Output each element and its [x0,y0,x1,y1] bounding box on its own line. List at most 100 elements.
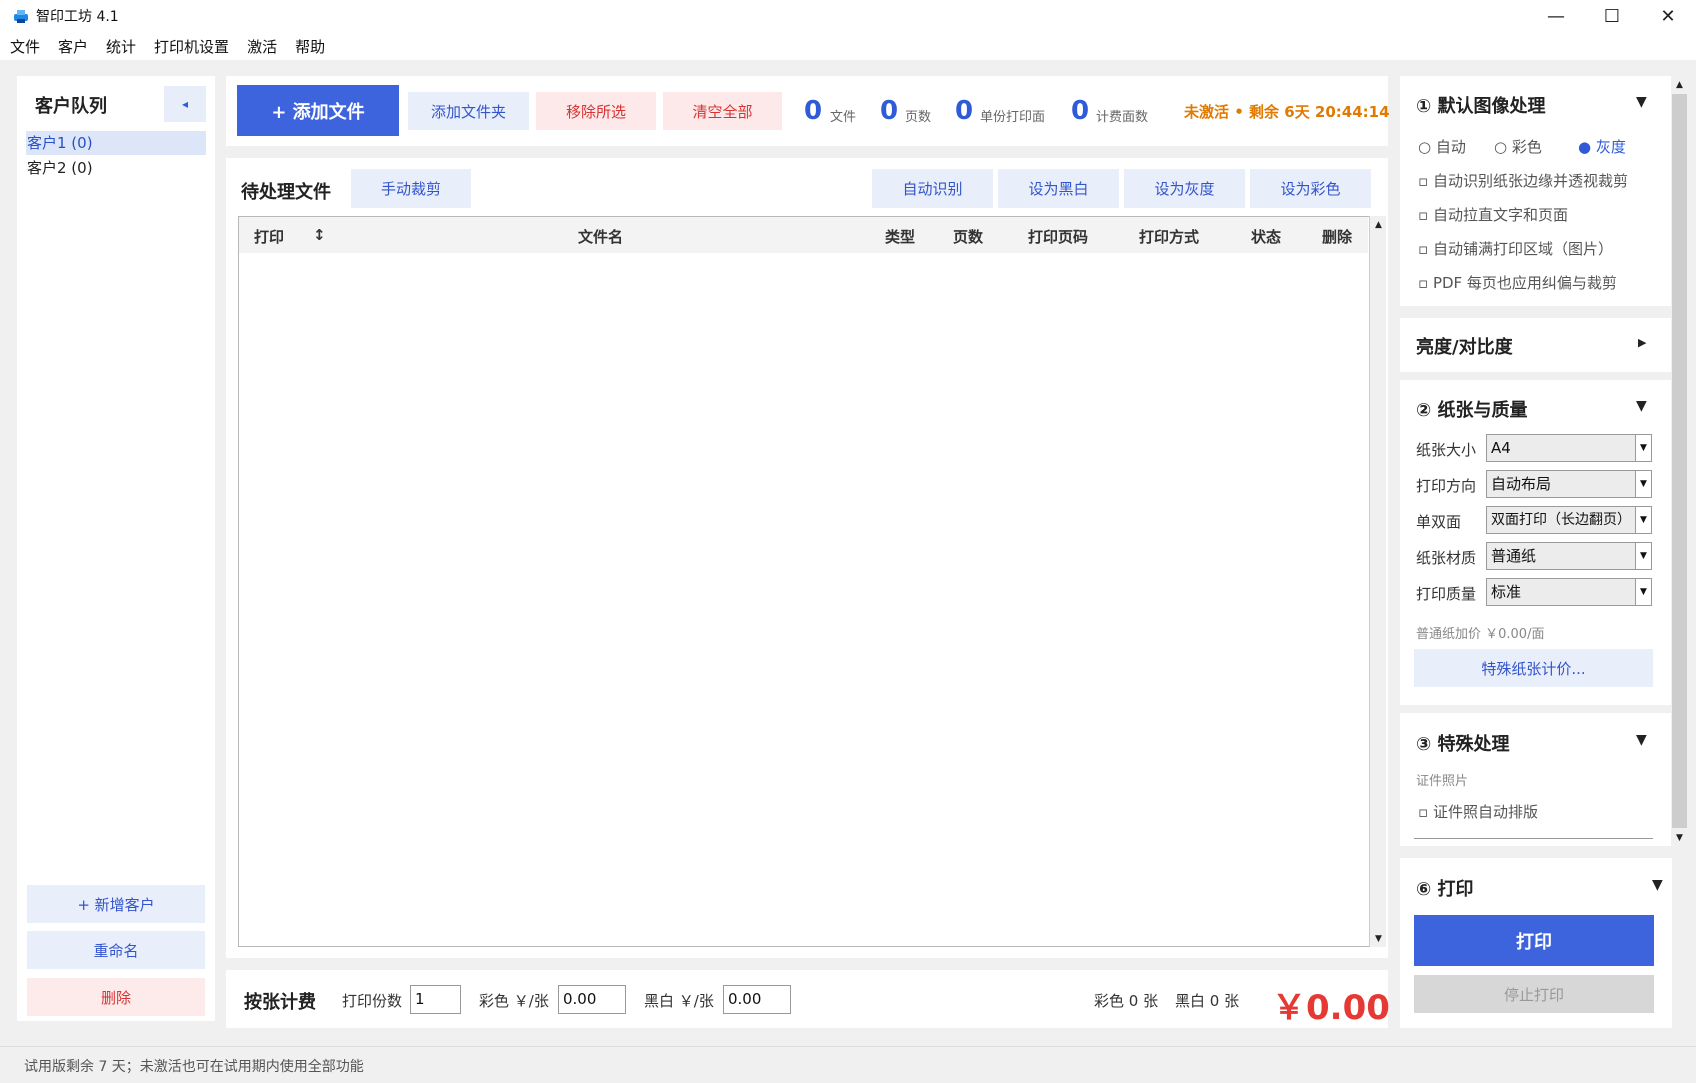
color-price-input[interactable]: 0.00 [558,985,626,1014]
rename-customer-button[interactable]: 重命名 [27,931,205,969]
paper-quality-title: ② 纸张与质量 [1416,400,1528,421]
menu-statistics[interactable]: 统计 [96,36,144,57]
file-count: 0 [804,96,823,126]
dropdown-arrow-icon: ▼ [1635,471,1651,497]
column-delete[interactable]: 删除 [1322,226,1352,247]
option-pdf-apply[interactable]: ▫ PDF 每页也应用纠偏与裁剪 [1418,272,1617,293]
menu-file[interactable]: 文件 [0,36,48,57]
remove-selected-button[interactable]: 移除所选 [536,92,656,130]
paper-material-value: 普通纸 [1491,547,1537,565]
image-processing-title: ① 默认图像处理 [1416,96,1546,117]
collapse-button[interactable]: ◂ [164,86,206,122]
file-table[interactable] [238,216,1370,947]
scroll-up-icon[interactable]: ▲ [1370,216,1387,233]
scroll-down-icon[interactable]: ▼ [1370,930,1387,947]
app-logo-icon [12,7,30,25]
special-paper-price-button[interactable]: 特殊纸张计价... [1414,649,1653,687]
scroll-up-icon[interactable]: ▲ [1671,76,1688,93]
customer-item[interactable]: 客户2 (0) [26,156,206,180]
auto-detect-button[interactable]: 自动识别 [872,169,993,208]
scroll-down-icon[interactable]: ▼ [1671,829,1688,846]
mode-auto-radio[interactable]: ○ 自动 [1418,136,1466,157]
option-fill-area[interactable]: ▫ 自动铺满打印区域（图片） [1418,238,1613,259]
bw-price-input[interactable]: 0.00 [723,985,791,1014]
add-file-button[interactable]: + 添加文件 [237,85,399,136]
duplex-label: 单双面 [1416,513,1462,531]
page-count-label: 页数 [905,110,932,125]
copies-input[interactable]: 1 [410,985,461,1014]
set-bw-button[interactable]: 设为黑白 [998,169,1119,208]
print-button[interactable]: 打印 [1414,915,1654,966]
mode-gray-radio[interactable]: ● 灰度 [1578,136,1626,157]
special-processing-title: ③ 特殊处理 [1416,734,1510,755]
divider [1414,838,1653,839]
mode-color-radio[interactable]: ○ 彩色 [1494,136,1542,157]
column-print-range[interactable]: 打印页码 [1028,226,1088,247]
clear-all-button[interactable]: 清空全部 [663,92,782,130]
brightness-title: 亮度/对比度 [1416,337,1513,358]
minimize-button[interactable]: — [1528,0,1584,32]
column-print-mode[interactable]: 打印方式 [1139,226,1199,247]
window-title: 智印工坊 4.1 [36,9,119,25]
expand-toggle-icon[interactable]: ▼ [1636,732,1647,748]
option-label: PDF 每页也应用纠偏与裁剪 [1432,274,1617,292]
set-gray-button[interactable]: 设为灰度 [1124,169,1245,208]
add-customer-button[interactable]: + 新增客户 [27,885,205,923]
customer-queue-panel [17,76,215,1021]
column-type[interactable]: 类型 [885,226,915,247]
sort-icon[interactable]: ↕ [313,226,326,244]
option-label: 自动铺满打印区域（图片） [1432,240,1613,258]
mode-gray-label: 灰度 [1595,138,1626,156]
expand-toggle-icon[interactable]: ▼ [1636,398,1647,414]
customer-item[interactable]: 客户1 (0) [26,131,206,155]
option-label: 自动识别纸张边缘并透视裁剪 [1432,172,1628,190]
column-pages[interactable]: 页数 [953,226,983,247]
menu-bar: 文件 客户 统计 打印机设置 激活 帮助 [0,32,1696,60]
duplex-select[interactable]: 双面打印（长边翻页） ▼ [1486,506,1652,534]
table-scrollbar[interactable]: ▲ ▼ [1369,216,1386,947]
expand-toggle-icon[interactable]: ▼ [1636,94,1647,110]
orientation-label: 打印方向 [1416,477,1477,495]
page-count: 0 [880,96,899,126]
option-id-photo-layout[interactable]: ▫ 证件照自动排版 [1418,801,1538,822]
option-perspective-crop[interactable]: ▫ 自动识别纸张边缘并透视裁剪 [1418,170,1628,191]
expand-toggle-icon[interactable]: ▼ [1652,877,1663,893]
add-folder-button[interactable]: 添加文件夹 [408,92,529,130]
dropdown-arrow-icon: ▼ [1635,579,1651,605]
column-filename[interactable]: 文件名 [578,226,623,247]
option-label: 自动拉直文字和页面 [1432,206,1568,224]
mode-color-label: 彩色 [1511,138,1542,156]
column-status[interactable]: 状态 [1251,226,1281,247]
manual-crop-button[interactable]: 手动裁剪 [351,169,471,208]
copies-label: 打印份数 [342,992,403,1010]
menu-help[interactable]: 帮助 [285,36,333,57]
maximize-button[interactable]: ☐ [1584,0,1640,32]
single-copy-sides-label: 单份打印面 [980,110,1046,125]
delete-customer-button[interactable]: 删除 [27,978,205,1016]
status-text: 试用版剩余 7 天；未激活也可在试用期内使用全部功能 [24,1059,364,1075]
billing-title: 按张计费 [244,992,316,1013]
option-deskew[interactable]: ▫ 自动拉直文字和页面 [1418,204,1568,225]
single-copy-sides: 0 [955,96,974,126]
stop-print-button[interactable]: 停止打印 [1414,975,1654,1013]
paper-size-select[interactable]: A4 ▼ [1486,434,1652,462]
menu-customer[interactable]: 客户 [48,36,96,57]
paper-material-select[interactable]: 普通纸 ▼ [1486,542,1652,570]
color-price-label: 彩色 ￥/张 [479,992,549,1010]
scroll-thumb[interactable] [1672,94,1687,828]
close-button[interactable]: ✕ [1640,0,1696,32]
expand-arrow-icon[interactable]: ▶ [1638,336,1646,349]
dropdown-arrow-icon: ▼ [1635,435,1651,461]
menu-printer-settings[interactable]: 打印机设置 [144,36,237,57]
set-color-button[interactable]: 设为彩色 [1250,169,1371,208]
orientation-select[interactable]: 自动布局 ▼ [1486,470,1652,498]
billed-sides: 0 [1071,96,1090,126]
menu-activate[interactable]: 激活 [237,36,285,57]
paper-size-value: A4 [1491,439,1511,457]
trial-status: 未激活 • 剩余 6天 20:44:14 [1184,103,1390,121]
print-quality-select[interactable]: 标准 ▼ [1486,578,1652,606]
paper-size-label: 纸张大小 [1416,441,1477,459]
column-print[interactable]: 打印 [254,226,284,247]
title-bar [0,0,1696,32]
color-sheet-count: 彩色 0 张 [1094,992,1159,1010]
